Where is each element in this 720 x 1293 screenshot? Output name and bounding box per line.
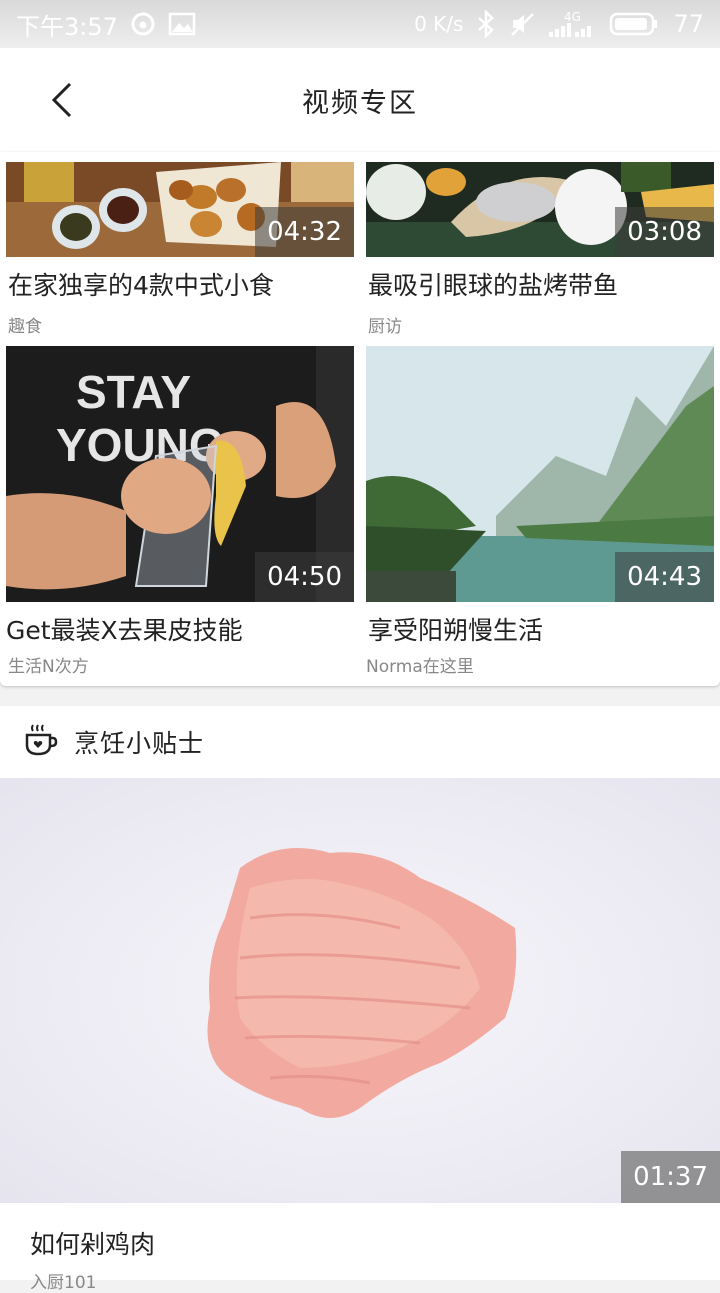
video-thumbnail: 04:43 [366,346,714,602]
video-thumbnail: STAY YOUNG 04:50 [6,346,354,602]
video-duration: 04:50 [255,552,354,602]
back-button[interactable] [38,76,86,124]
tips-section-title: 烹饪小贴士 [74,729,205,758]
bluetooth-icon [477,10,495,38]
tips-section-header: 烹饪小贴士 [0,706,720,778]
mute-icon [509,11,535,37]
status-bar: 下午3:57 0 K/s 4G 77 [0,0,720,48]
status-time: 下午3:57 [16,12,118,41]
video-title: 最吸引眼球的盐烤带鱼 [368,271,619,300]
video-thumbnail: 04:32 [6,162,354,257]
video-source: 趣食 [8,317,42,337]
video-thumbnail: 01:37 [0,778,720,1203]
video-grid: 04:32 在家独享的4款中式小食 趣食 03:08 最吸引眼球的盐烤带鱼 厨访 [0,152,720,686]
video-item[interactable]: STAY YOUNG 04:50 Get最装X去果皮技能 生活N次方 [6,346,354,677]
thumb-text-stay: STAY [76,366,191,418]
battery-icon [609,11,659,37]
signal-icon: 4G [549,11,595,37]
video-item[interactable]: 04:32 在家独享的4款中式小食 趣食 [6,162,354,337]
video-title: Get最装X去果皮技能 [6,616,243,645]
coffee-cup-icon [24,723,58,761]
video-source: 生活N次方 [8,657,89,677]
video-duration: 04:43 [615,552,714,602]
tip-video-item[interactable]: 01:37 如何剁鸡肉 入厨101 [0,778,720,1293]
video-title: 在家独享的4款中式小食 [8,271,274,300]
video-item[interactable]: 04:43 享受阳朔慢生活 Norma在这里 [366,346,714,677]
video-source: 入厨101 [30,1273,97,1293]
net-speed: 0 K/s [414,12,464,36]
video-source: Norma在这里 [366,657,474,677]
chevron-left-icon [51,82,72,118]
battery-level: 77 [673,10,704,38]
video-title: 如何剁鸡肉 [30,1230,156,1259]
weibo-icon [130,11,156,37]
video-title: 享受阳朔慢生活 [368,616,544,645]
video-item[interactable]: 03:08 最吸引眼球的盐烤带鱼 厨访 [366,162,714,337]
video-duration: 03:08 [615,207,714,257]
page-title: 视频专区 [302,87,418,119]
video-source: 厨访 [368,317,402,337]
video-duration: 01:37 [621,1151,720,1203]
image-icon [168,12,196,36]
video-duration: 04:32 [255,207,354,257]
nav-bar: 视频专区 [0,48,720,152]
video-thumbnail: 03:08 [366,162,714,257]
